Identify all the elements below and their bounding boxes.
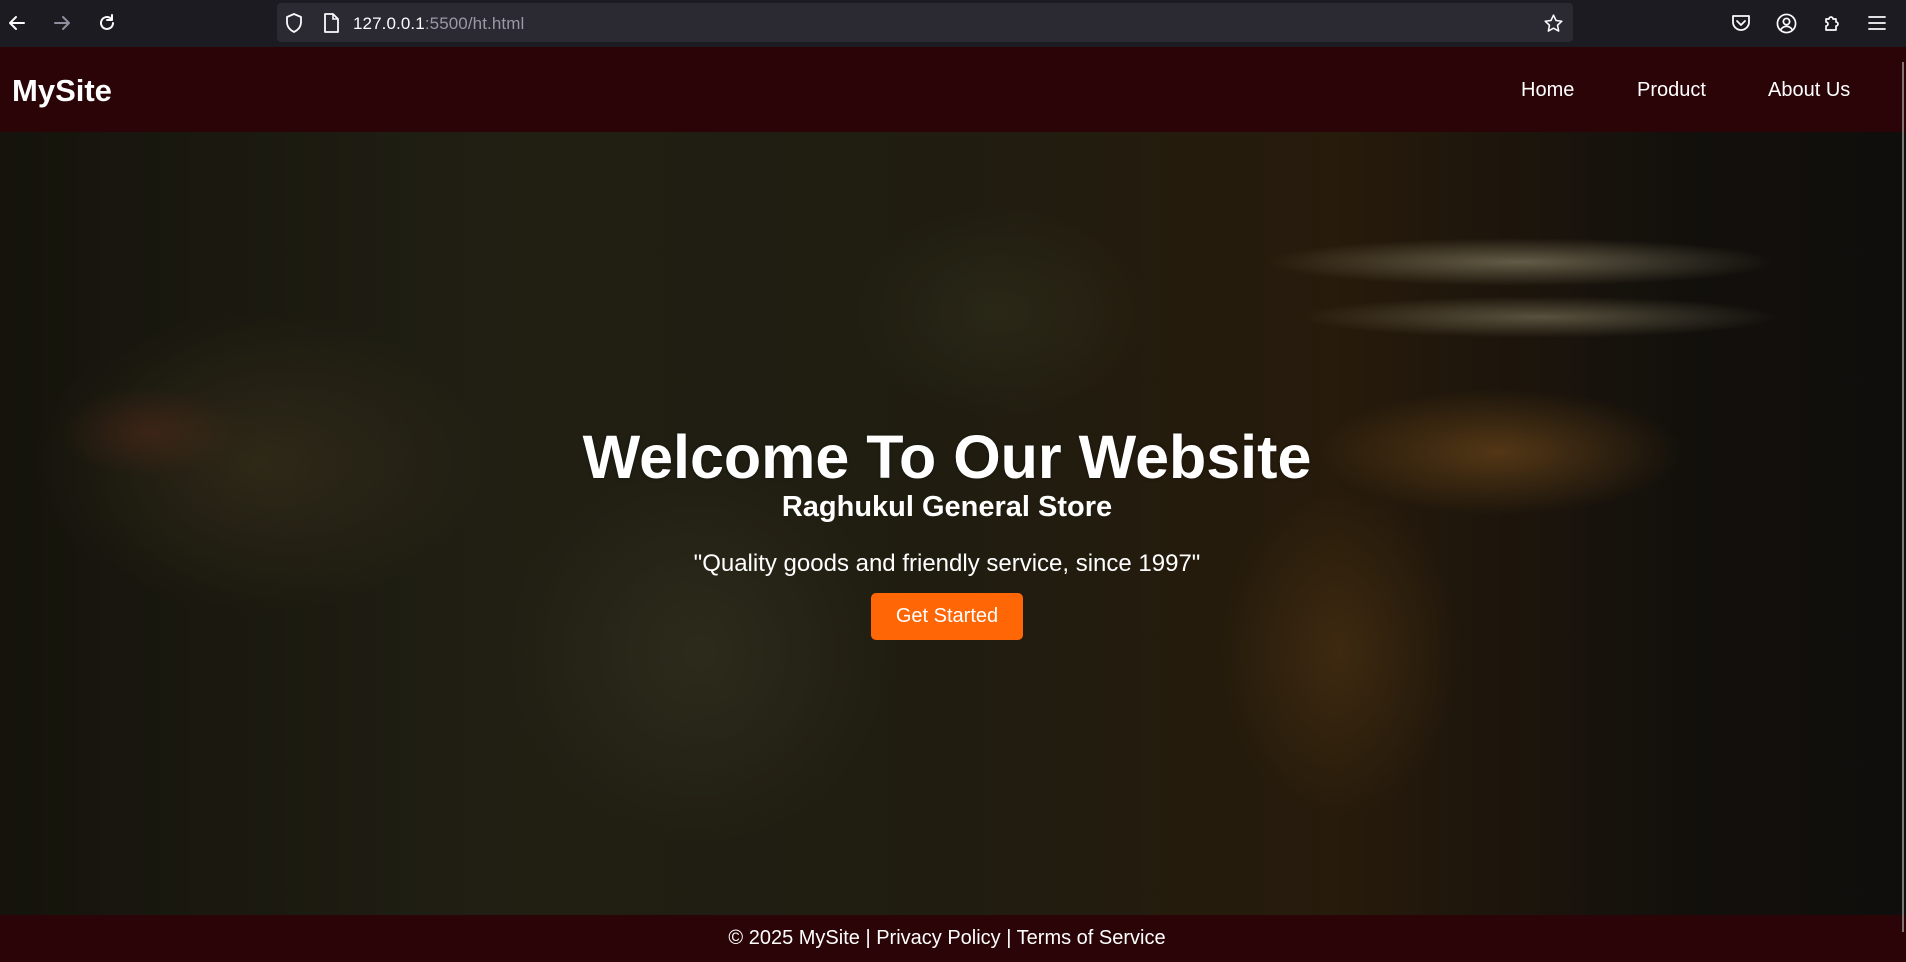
menu-icon[interactable] <box>1866 12 1888 34</box>
shield-icon[interactable] <box>284 13 304 33</box>
url-host: 127.0.0.1 <box>353 14 425 33</box>
footer-text: © 2025 MySite | Privacy Policy | Terms o… <box>0 927 1894 950</box>
web-page: MySite Home Product About Us Welcome To … <box>0 47 1906 962</box>
privacy-policy-link[interactable]: Privacy Policy <box>876 927 1000 949</box>
reload-button[interactable] <box>94 10 120 36</box>
forward-button[interactable] <box>49 10 75 36</box>
account-icon[interactable] <box>1775 12 1797 34</box>
hero-title: Welcome To Our Website <box>582 423 1312 491</box>
url-text[interactable]: 127.0.0.1:5500/ht.html <box>353 14 524 34</box>
site-header: MySite Home Product About Us <box>0 47 1906 132</box>
page-scrollbar[interactable] <box>1902 62 1904 932</box>
site-footer: © 2025 MySite | Privacy Policy | Terms o… <box>0 915 1906 962</box>
hero-section: Welcome To Our Website Raghukul General … <box>0 132 1906 915</box>
footer-copyright: © 2025 MySite <box>728 927 860 949</box>
back-button[interactable] <box>4 10 30 36</box>
get-started-button[interactable]: Get Started <box>871 593 1023 640</box>
nav-home[interactable]: Home <box>1521 79 1574 102</box>
address-bar[interactable]: 127.0.0.1:5500/ht.html <box>277 3 1573 42</box>
site-logo[interactable]: MySite <box>12 73 112 109</box>
page-icon[interactable] <box>321 13 341 33</box>
nav-product[interactable]: Product <box>1637 79 1706 102</box>
back-icon <box>9 16 25 30</box>
forward-icon <box>54 16 70 30</box>
extensions-icon[interactable] <box>1821 12 1843 34</box>
hero-content: Welcome To Our Website Raghukul General … <box>0 132 1906 915</box>
hero-tagline: "Quality goods and friendly service, sin… <box>693 550 1201 577</box>
nav-about-us[interactable]: About Us <box>1768 79 1850 102</box>
pocket-icon[interactable] <box>1730 12 1752 34</box>
footer-separator: | <box>1006 927 1012 949</box>
bookmark-star-icon[interactable] <box>1542 12 1564 34</box>
reload-icon <box>100 14 114 30</box>
footer-separator: | <box>865 927 871 949</box>
browser-toolbar: 127.0.0.1:5500/ht.html <box>0 0 1906 47</box>
terms-of-service-link[interactable]: Terms of Service <box>1017 927 1166 949</box>
url-path: :5500/ht.html <box>424 14 525 33</box>
hero-subtitle: Raghukul General Store <box>781 491 1113 523</box>
